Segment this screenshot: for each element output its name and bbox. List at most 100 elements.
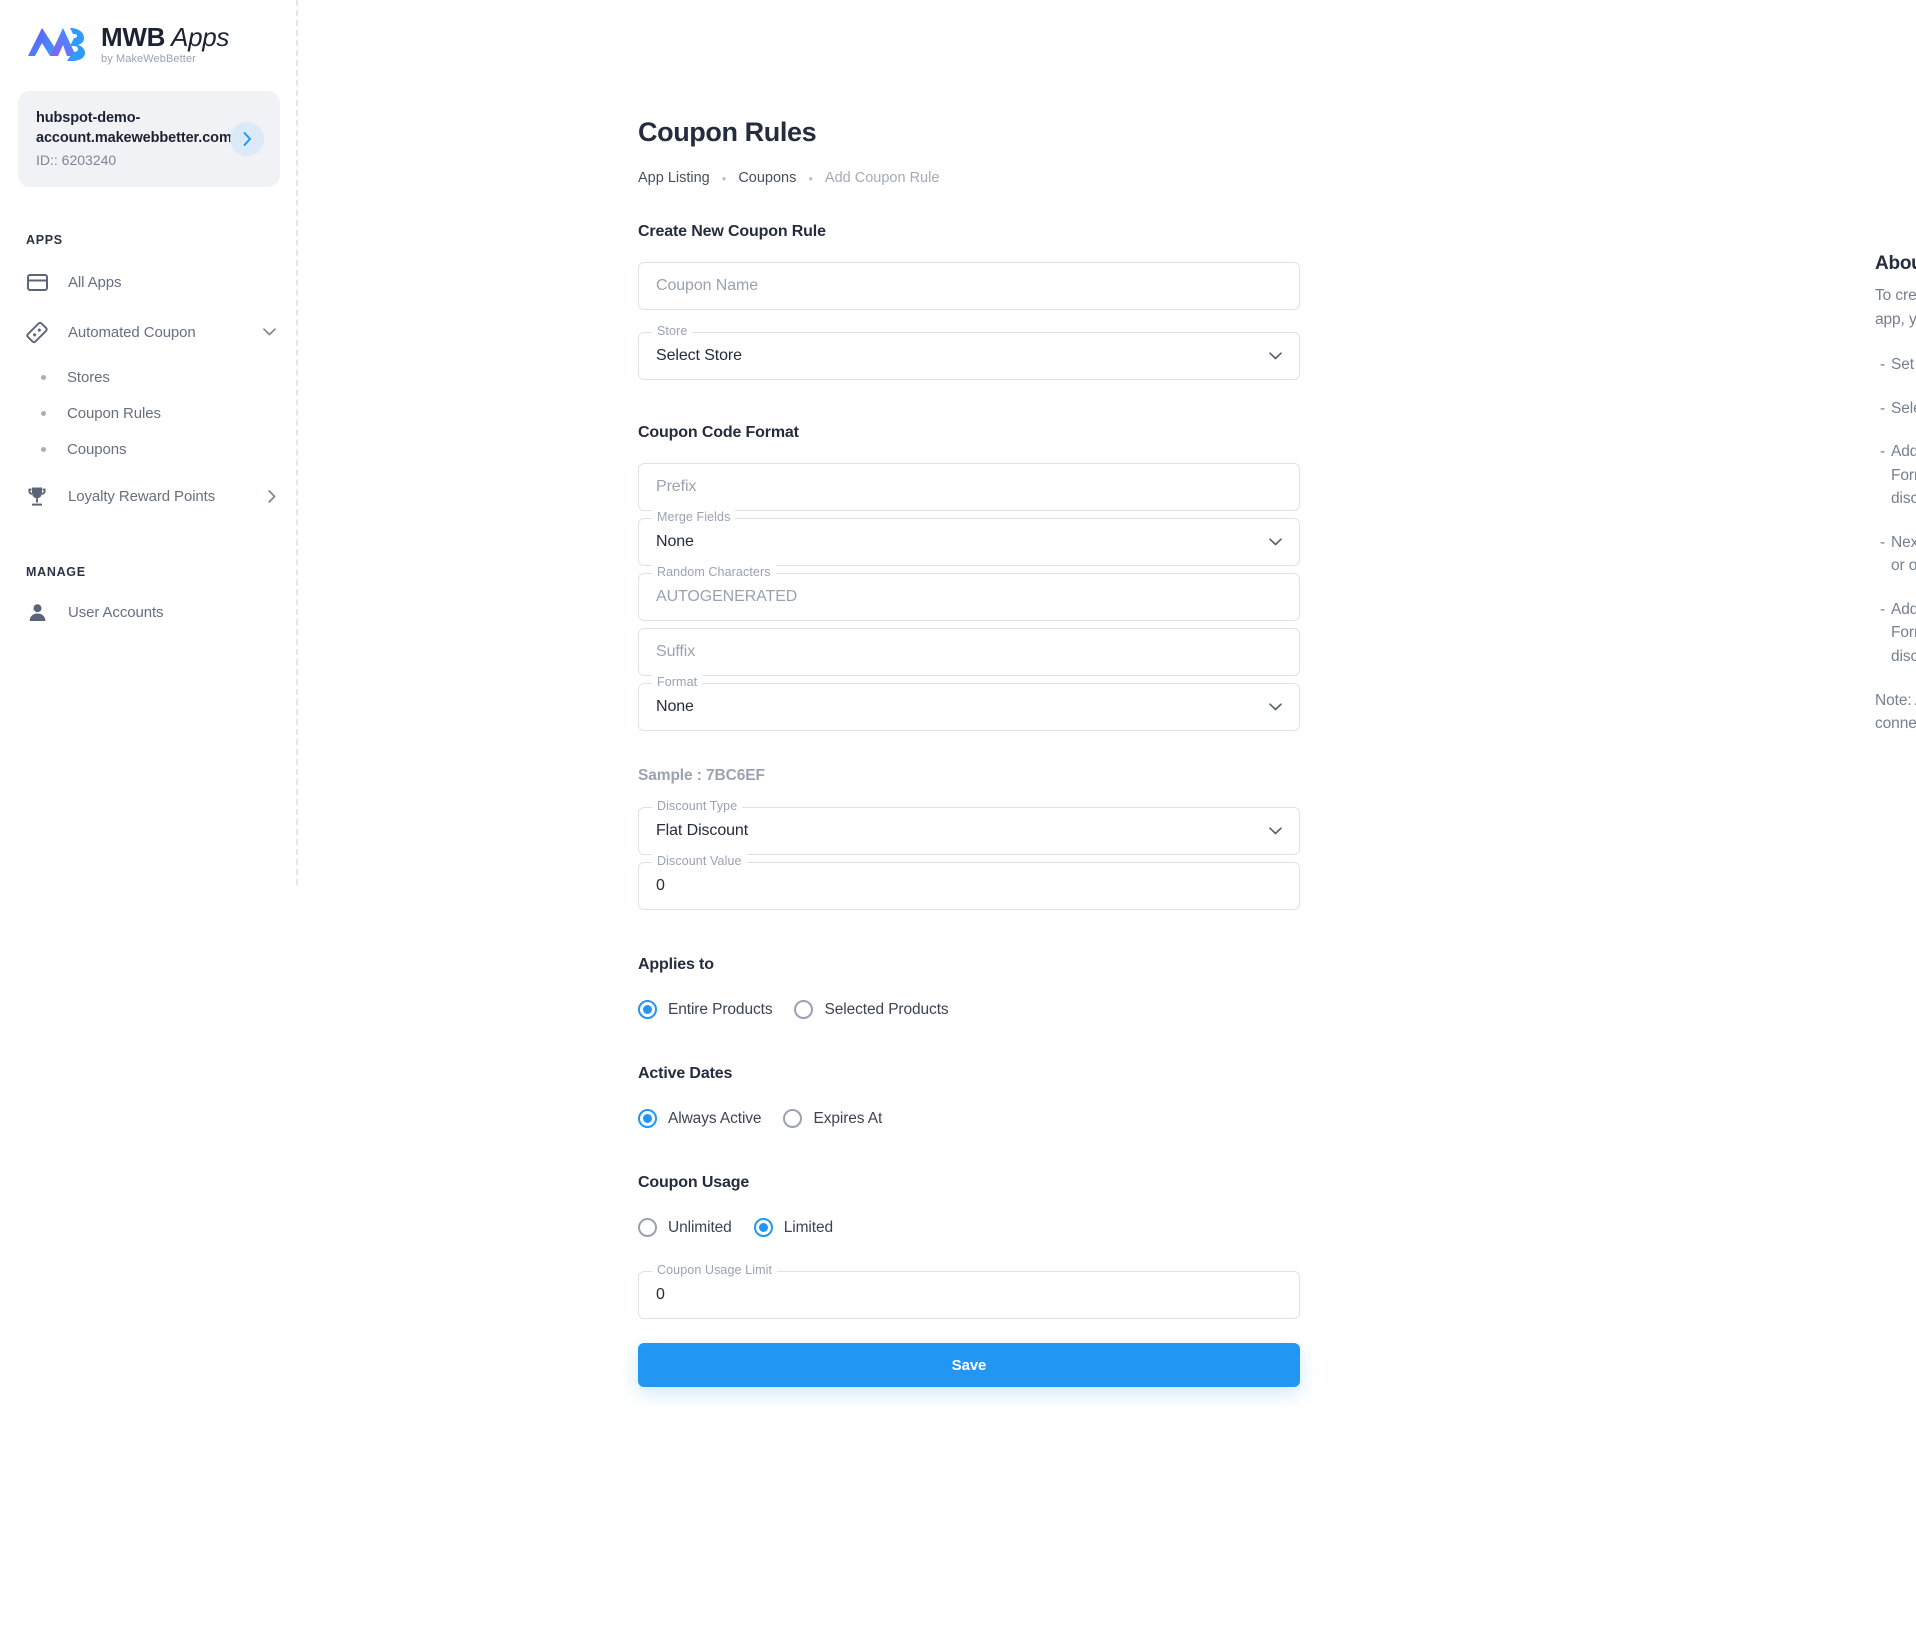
radio-selected-products[interactable]: Selected Products (794, 1000, 949, 1019)
sidebar-item-user-accounts[interactable]: User Accounts (0, 591, 298, 633)
content-columns: Coupon Rules App Listing • Coupons • Add… (298, 66, 1916, 1387)
active-dates-radio-group: Always Active Expires At (638, 1109, 1300, 1128)
coupon-usage-limit-field[interactable]: Coupon Usage Limit 0 (638, 1263, 1300, 1319)
sidebar-subitem-label: Coupons (67, 440, 127, 458)
chevron-right-icon[interactable] (230, 121, 264, 156)
format-select[interactable]: Format None (638, 675, 1300, 731)
sidebar-item-label: Automated Coupon (68, 323, 196, 341)
account-id: ID:: 6203240 (36, 151, 117, 168)
app-root: MWB Apps by MakeWebBetter hubspot-demo-a… (0, 0, 1916, 1646)
radio-always-active[interactable]: Always Active (638, 1109, 762, 1128)
chevron-down-icon[interactable] (1269, 538, 1282, 546)
merge-fields-label: Merge Fields (652, 510, 736, 524)
prefix-field[interactable]: Prefix (638, 463, 1300, 511)
radio-label: Unlimited (668, 1218, 732, 1236)
sidebar-item-coupons[interactable]: Coupons (0, 431, 298, 467)
discount-type-label: Discount Type (652, 799, 743, 813)
account-info: hubspot-demo-account.makewebbetter.com I… (36, 109, 232, 168)
page-title: Coupon Rules (638, 117, 817, 147)
account-switcher[interactable]: hubspot-demo-account.makewebbetter.com I… (18, 91, 280, 187)
info-panel-title: About Discount Coupon (1875, 253, 1916, 274)
random-characters-placeholder: AUTOGENERATED (656, 588, 798, 605)
active-dates-heading: Active Dates (638, 1065, 733, 1082)
info-panel-note: Note: All the generated coupons will be … (1875, 691, 1916, 733)
sidebar-item-label: Loyalty Reward Points (68, 487, 216, 505)
radio-entire-products[interactable]: Entire Products (638, 1000, 773, 1019)
info-bullet: Set a unique name for each coupon rule (1875, 353, 1916, 377)
applies-to-heading: Applies to (638, 956, 714, 973)
random-characters-label: Random Characters (652, 565, 776, 579)
coupon-usage-limit-input: 0 (656, 1286, 665, 1303)
radio-label: Always Active (668, 1109, 762, 1127)
store-label: Store (652, 324, 693, 338)
brand-text: MWB Apps by MakeWebBetter (101, 22, 229, 65)
coupon-rule-form: Coupon Rules App Listing • Coupons • Add… (638, 66, 1300, 1387)
brand-logo[interactable]: MWB Apps by MakeWebBetter (0, 0, 298, 72)
discount-value-input: 0 (656, 877, 665, 894)
sidebar-item-stores[interactable]: Stores (0, 359, 298, 395)
chevron-down-icon[interactable] (1269, 352, 1282, 360)
info-panel-intro: To create or generate coupon codes for y… (1875, 287, 1916, 328)
chevron-down-icon[interactable] (263, 328, 276, 336)
bullet-icon (41, 446, 46, 452)
sidebar-section-apps: APPS (26, 233, 63, 247)
breadcrumb-separator: • (721, 170, 727, 186)
sidebar-subitem-label: Coupon Rules (67, 404, 161, 422)
discount-type-select[interactable]: Discount Type Flat Discount (638, 799, 1300, 855)
radio-label: Limited (783, 1218, 833, 1236)
radio-limited[interactable]: Limited (753, 1218, 833, 1237)
breadcrumb-coupons[interactable]: Coupons (738, 170, 796, 186)
suffix-placeholder: Suffix (656, 643, 696, 660)
random-characters-field[interactable]: Random Characters AUTOGENERATED (638, 565, 1300, 621)
store-select[interactable]: Store Select Store (638, 324, 1300, 380)
breadcrumb-add-coupon-rule: Add Coupon Rule (824, 170, 940, 186)
sidebar-item-loyalty-reward-points[interactable]: Loyalty Reward Points (0, 475, 298, 517)
radio-label: Entire Products (668, 1000, 773, 1018)
coupon-usage-limit-label: Coupon Usage Limit (652, 1263, 778, 1277)
top-bar (298, 0, 1916, 66)
coupon-name-field[interactable]: Coupon Name (638, 262, 1300, 310)
trophy-icon (26, 485, 48, 507)
brand-title: MWB Apps (101, 21, 230, 52)
card-icon (26, 271, 48, 293)
discount-value-field[interactable]: Discount Value 0 (638, 854, 1300, 910)
user-icon (26, 601, 48, 623)
coupon-name-placeholder: Coupon Name (656, 277, 759, 294)
coupon-code-format-heading: Coupon Code Format (638, 424, 799, 441)
info-bullet: Add coupon rules to define the format of… (1875, 598, 1916, 669)
sidebar-item-automated-coupon[interactable]: Automated Coupon (0, 311, 298, 353)
info-bullet: Select the targeted eCommerce store to l… (1875, 397, 1916, 421)
sidebar-section-manage: MANAGE (26, 565, 86, 579)
radio-indicator (783, 1109, 803, 1128)
sample-code-text: Sample : 7BC6EF (638, 767, 765, 784)
main-area: Coupon Rules App Listing • Coupons • Add… (298, 0, 1916, 1646)
radio-indicator (794, 1000, 814, 1019)
chevron-down-icon[interactable] (1269, 827, 1282, 835)
chevron-right-icon[interactable] (268, 489, 276, 503)
info-bullet: Next, add other rules like coupon expiry… (1875, 531, 1916, 578)
breadcrumb-app-listing[interactable]: App Listing (638, 170, 710, 186)
mwb-logo-icon (28, 28, 85, 61)
radio-label: Expires At (813, 1109, 883, 1127)
radio-unlimited[interactable]: Unlimited (638, 1218, 732, 1237)
suffix-field[interactable]: Suffix (638, 628, 1300, 676)
sidebar-subitem-label: Stores (67, 368, 110, 386)
sidebar-item-label: All Apps (68, 273, 122, 291)
chevron-down-icon[interactable] (1269, 703, 1282, 711)
discount-value-label: Discount Value (652, 854, 747, 868)
merge-fields-select[interactable]: Merge Fields None (638, 510, 1300, 566)
info-panel-bullets: Set a unique name for each coupon rule S… (1875, 353, 1916, 668)
format-label: Format (652, 675, 703, 689)
merge-fields-value: None (656, 533, 694, 550)
sidebar-item-coupon-rules[interactable]: Coupon Rules (0, 395, 298, 431)
breadcrumb-separator: • (808, 170, 813, 186)
radio-indicator (753, 1218, 773, 1237)
save-button[interactable]: Save (638, 1343, 1300, 1387)
breadcrumb: App Listing • Coupons • Add Coupon Rule (638, 170, 1300, 186)
radio-expires-at[interactable]: Expires At (783, 1109, 882, 1128)
bullet-icon (41, 374, 46, 380)
store-value: Select Store (656, 347, 742, 364)
account-domain: hubspot-demo-account.makewebbetter.com (36, 110, 232, 146)
sidebar-item-all-apps[interactable]: All Apps (0, 261, 298, 303)
create-rule-heading: Create New Coupon Rule (638, 223, 826, 240)
